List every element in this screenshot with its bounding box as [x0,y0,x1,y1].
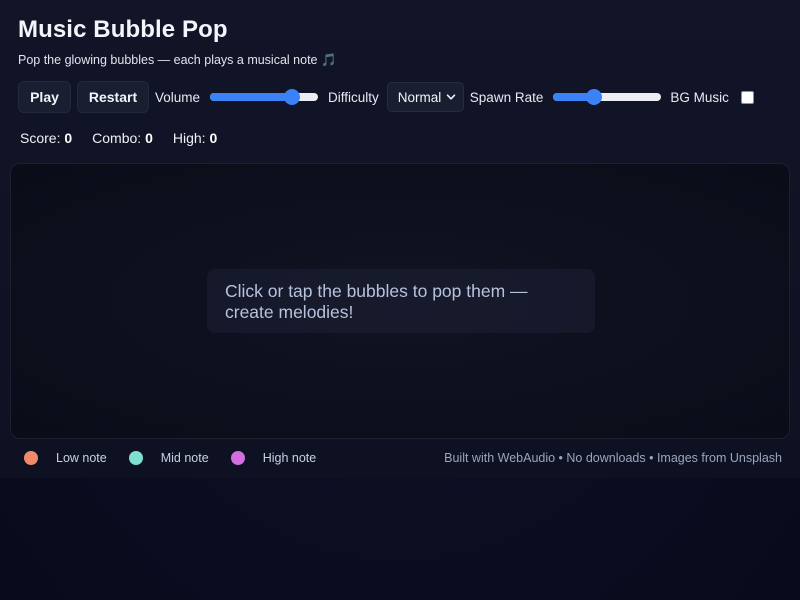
volume-slider-thumb[interactable] [283,89,300,105]
legend-item-mid: Mid note [128,451,209,465]
bg-music-checkbox[interactable] [740,90,754,104]
page-title: Music Bubble Pop [18,16,228,43]
combo-label: Combo: [92,130,142,146]
controls-bar: Play Restart Volume Difficulty Normal Sp… [18,81,754,113]
score-stat: Score: 0 [20,130,72,146]
mid-note-dot-icon [128,451,143,465]
low-note-dot-icon [24,451,38,465]
volume-slider[interactable] [210,89,319,105]
combo-stat: Combo: 0 [92,130,153,146]
high-label: High: [172,130,206,146]
legend-label-low: Low note [56,451,107,465]
legend-item-high: High note [230,451,317,465]
legend-label-high: High note [262,451,317,465]
spawn-rate-slider-thumb[interactable] [585,89,602,105]
app-root: Music Bubble Pop Pop the glowing bubbles… [0,0,800,600]
footer-credits: Built with WebAudio • No downloads • Ima… [444,451,782,465]
stage-hint: Click or tap the bubbles to pop them — c… [207,269,595,333]
high-stat: High: 0 [173,130,217,146]
score-label: Score: [20,130,61,146]
note-legend: Low note Mid note High note [24,450,338,466]
legend-item-low: Low note [24,451,107,465]
stats-bar: Score: 0 Combo: 0 High: 0 [20,130,237,146]
page-subtitle: Pop the glowing bubbles — each plays a m… [18,53,337,67]
difficulty-select[interactable]: Normal [386,82,464,112]
restart-button[interactable]: Restart [77,81,149,113]
chevron-down-icon [446,94,456,100]
high-value: 0 [209,130,218,146]
difficulty-selected-value: Normal [397,89,442,105]
bg-music-label: BG Music [670,89,729,105]
score-value: 0 [64,130,73,146]
combo-value: 0 [145,130,153,146]
legend-label-mid: Mid note [160,451,209,465]
high-note-dot-icon [230,451,245,465]
spawn-rate-label: Spawn Rate [469,89,544,105]
game-stage[interactable]: Click or tap the bubbles to pop them — c… [10,163,790,439]
spawn-rate-slider[interactable] [553,89,662,105]
play-button[interactable]: Play [18,81,71,113]
difficulty-label: Difficulty [328,89,379,105]
volume-label: Volume [155,89,201,105]
